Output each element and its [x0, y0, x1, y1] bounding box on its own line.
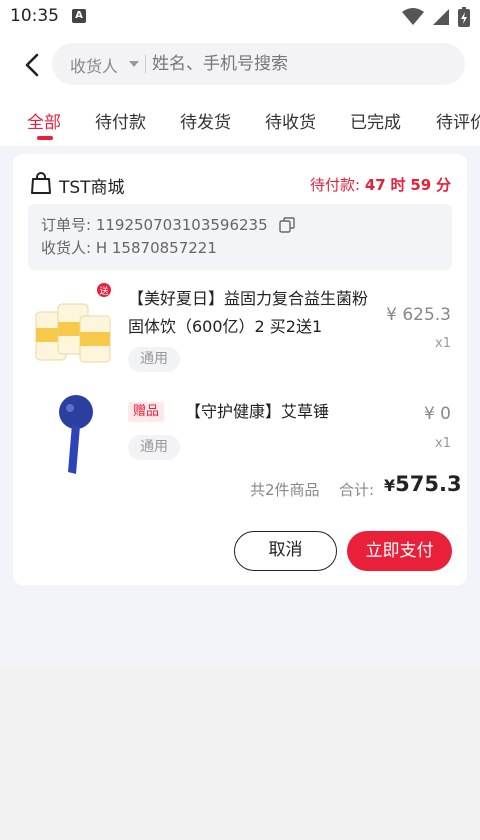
page-bottom-area — [0, 666, 480, 840]
gift-qty: x1 — [435, 436, 451, 451]
status-bar: 10:35 A — [0, 0, 480, 34]
svg-text:送: 送 — [99, 285, 108, 297]
shop-name: TST商城 — [59, 178, 125, 198]
chevron-down-icon[interactable] — [129, 61, 139, 67]
search-divider — [145, 55, 146, 73]
recipient: 收货人: H 15870857221 — [41, 239, 217, 257]
search-scope-select[interactable]: 收货人 — [70, 53, 118, 77]
tab-pending-review[interactable]: 待评价 — [436, 108, 480, 133]
product-title-line2[interactable]: 固体饮（600亿）2 买2送1 — [128, 313, 322, 341]
product-qty: x1 — [435, 336, 451, 351]
product-tag: 通用 — [128, 347, 180, 372]
shopping-bag-icon — [31, 172, 51, 194]
status-time: 10:35 — [10, 6, 59, 26]
order-tabs: 全部 待付款 待发货 待收货 已完成 待评价 — [0, 96, 480, 146]
status-icons — [402, 7, 470, 27]
copy-icon[interactable] — [279, 217, 295, 233]
battery-icon — [458, 7, 470, 27]
order-card[interactable]: TST商城 待付款: 47 时 59 分 订单号: 11925070310359… — [13, 154, 467, 585]
pay-now-button[interactable]: 立即支付 — [347, 531, 452, 571]
tab-active-indicator — [37, 136, 53, 140]
tab-pending-payment[interactable]: 待付款 — [95, 108, 146, 133]
header: 收货人 — [0, 34, 480, 96]
total-label: 合计: — [339, 481, 375, 499]
tab-pending-receipt[interactable]: 待收货 — [265, 108, 316, 133]
order-number: 订单号: 119250703103596235 — [41, 216, 268, 234]
product-price: ¥ 625.3 — [386, 305, 451, 325]
search-bar: 收货人 — [52, 43, 465, 85]
gift-badge: 赠品 — [128, 402, 165, 422]
search-input[interactable] — [152, 49, 442, 79]
wifi-icon — [402, 8, 424, 25]
signal-icon — [433, 9, 449, 25]
cancel-button[interactable]: 取消 — [234, 531, 337, 571]
a-icon: A — [72, 9, 86, 23]
product-title-line1[interactable]: 【美好夏日】益固力复合益生菌粉 — [128, 285, 368, 313]
content-area: TST商城 待付款: 47 时 59 分 订单号: 11925070310359… — [0, 146, 480, 666]
gift-title[interactable]: 【守护健康】艾草锤 — [185, 398, 329, 426]
tab-pending-shipment[interactable]: 待发货 — [180, 108, 231, 133]
item-count: 共2件商品 — [250, 481, 320, 499]
payment-countdown: 待付款: 47 时 59 分 — [310, 176, 451, 194]
product-image-moxa-hammer[interactable] — [28, 392, 118, 482]
gift-price: ¥ 0 — [423, 404, 451, 424]
back-arrow-icon[interactable] — [20, 51, 46, 79]
order-info-box: 订单号: 119250703103596235 收货人: H 158708572… — [28, 204, 452, 270]
order-total: ¥575.3 — [384, 472, 462, 496]
gift-tag: 通用 — [128, 435, 180, 460]
product-image-probiotic[interactable]: 送 — [28, 282, 118, 372]
tab-completed[interactable]: 已完成 — [350, 108, 401, 133]
tab-all[interactable]: 全部 — [27, 108, 61, 133]
